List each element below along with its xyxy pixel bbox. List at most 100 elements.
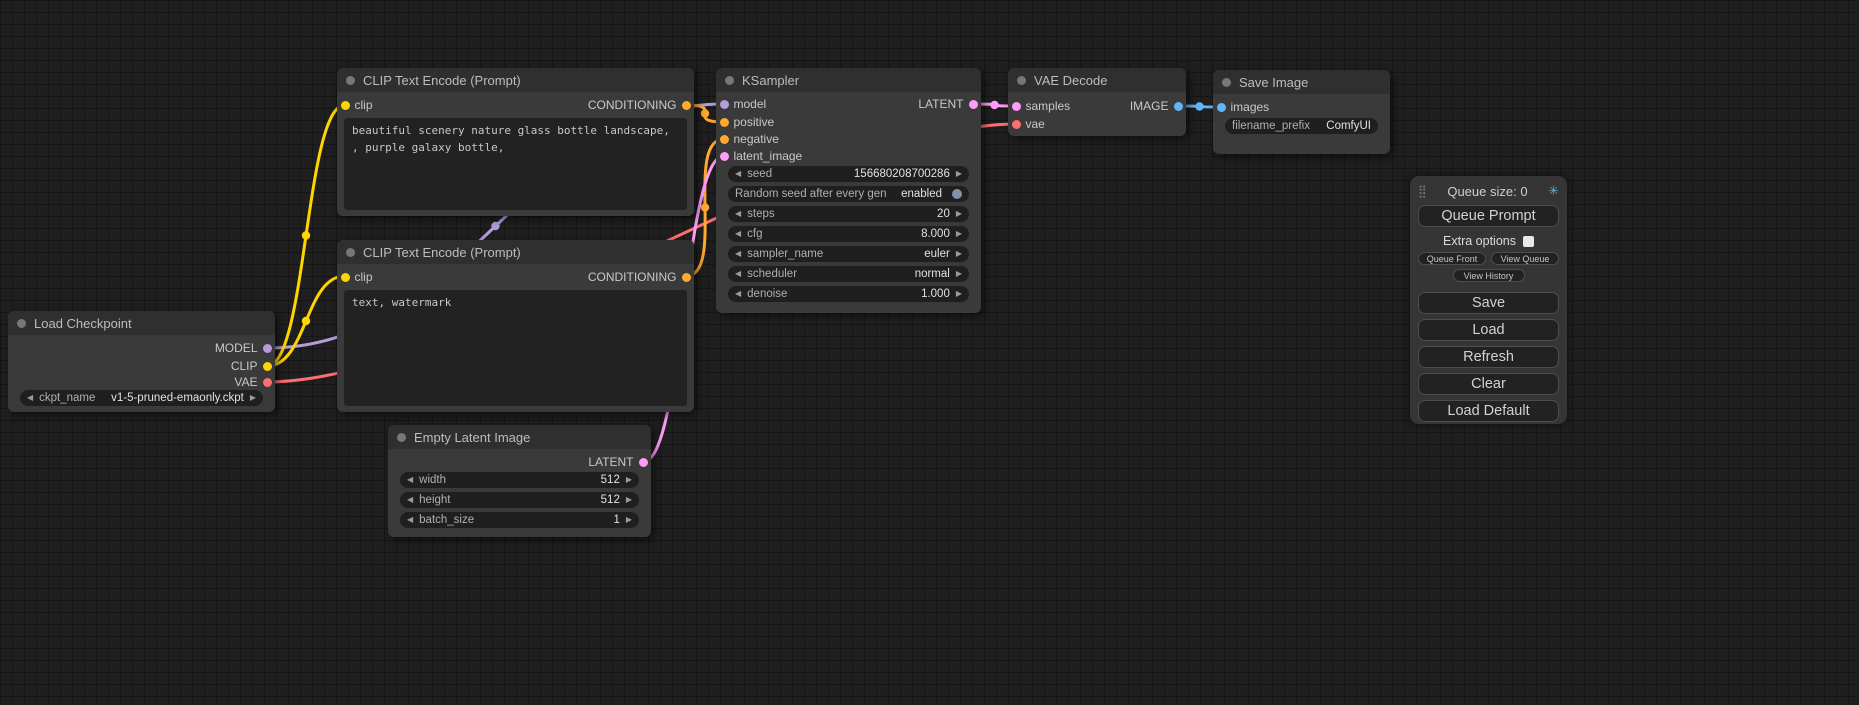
conditioning-output-port[interactable] bbox=[682, 101, 691, 110]
input-slot-positive[interactable]: positive bbox=[720, 113, 775, 131]
save-button[interactable]: Save bbox=[1418, 292, 1559, 314]
random-seed-toggle-widget[interactable]: Random seed after every gen enabled bbox=[728, 186, 969, 202]
output-slot-vae[interactable]: VAE bbox=[234, 373, 271, 391]
node-save-image[interactable]: Save Image images filename_prefix ComfyU… bbox=[1213, 70, 1390, 154]
latent-image-input-port[interactable] bbox=[720, 152, 729, 161]
decrement-arrow-icon[interactable]: ◀ bbox=[735, 290, 741, 298]
output-slot-image[interactable]: IMAGE bbox=[1130, 97, 1183, 115]
increment-arrow-icon[interactable]: ▶ bbox=[956, 250, 962, 258]
node-collapse-dot-icon[interactable] bbox=[346, 248, 355, 257]
drag-handle-icon[interactable]: ⣿ bbox=[1418, 184, 1427, 198]
node-collapse-dot-icon[interactable] bbox=[397, 433, 406, 442]
clip-input-port[interactable] bbox=[341, 101, 350, 110]
latent-output-port[interactable] bbox=[969, 100, 978, 109]
input-slot-clip[interactable]: clip bbox=[341, 268, 373, 286]
toggle-knob-icon[interactable] bbox=[952, 189, 962, 199]
increment-arrow-icon[interactable]: ▶ bbox=[626, 476, 632, 484]
node-clip-text-encode-negative[interactable]: CLIP Text Encode (Prompt) clip CONDITION… bbox=[337, 240, 694, 412]
view-history-button[interactable]: View History bbox=[1453, 269, 1525, 282]
node-titlebar[interactable]: Save Image bbox=[1213, 70, 1390, 94]
model-input-port[interactable] bbox=[720, 100, 729, 109]
vae-input-port[interactable] bbox=[1012, 120, 1021, 129]
conditioning-output-port[interactable] bbox=[682, 273, 691, 282]
view-queue-button[interactable]: View Queue bbox=[1491, 252, 1559, 265]
sampler-name-widget[interactable]: ◀ sampler_name euler ▶ bbox=[728, 246, 969, 262]
decrement-arrow-icon[interactable]: ◀ bbox=[735, 250, 741, 258]
node-titlebar[interactable]: KSampler bbox=[716, 68, 981, 92]
decrement-arrow-icon[interactable]: ◀ bbox=[407, 476, 413, 484]
decrement-arrow-icon[interactable]: ◀ bbox=[735, 230, 741, 238]
node-collapse-dot-icon[interactable] bbox=[725, 76, 734, 85]
clip-input-port[interactable] bbox=[341, 273, 350, 282]
vae-output-port[interactable] bbox=[263, 378, 272, 387]
positive-input-port[interactable] bbox=[720, 118, 729, 127]
increment-arrow-icon[interactable]: ▶ bbox=[626, 516, 632, 524]
node-collapse-dot-icon[interactable] bbox=[1017, 76, 1026, 85]
node-collapse-dot-icon[interactable] bbox=[346, 76, 355, 85]
queue-front-button[interactable]: Queue Front bbox=[1418, 252, 1486, 265]
decrement-arrow-icon[interactable]: ◀ bbox=[735, 170, 741, 178]
model-output-port[interactable] bbox=[263, 344, 272, 353]
increment-arrow-icon[interactable]: ▶ bbox=[250, 394, 256, 402]
node-titlebar[interactable]: CLIP Text Encode (Prompt) bbox=[337, 68, 694, 92]
increment-arrow-icon[interactable]: ▶ bbox=[956, 290, 962, 298]
cfg-widget[interactable]: ◀ cfg 8.000 ▶ bbox=[728, 226, 969, 242]
node-titlebar[interactable]: Empty Latent Image bbox=[388, 425, 651, 449]
decrement-arrow-icon[interactable]: ◀ bbox=[407, 496, 413, 504]
latent-output-port[interactable] bbox=[639, 458, 648, 467]
ckpt-name-widget[interactable]: ◀ ckpt_name v1-5-pruned-emaonly.ckpt ▶ bbox=[20, 390, 263, 406]
height-widget[interactable]: ◀ height 512 ▶ bbox=[400, 492, 639, 508]
node-empty-latent-image[interactable]: Empty Latent Image LATENT ◀ width 512 ▶ … bbox=[388, 425, 651, 537]
denoise-widget[interactable]: ◀ denoise 1.000 ▶ bbox=[728, 286, 969, 302]
clear-button[interactable]: Clear bbox=[1418, 373, 1559, 395]
images-input-port[interactable] bbox=[1217, 103, 1226, 112]
decrement-arrow-icon[interactable]: ◀ bbox=[27, 394, 33, 402]
samples-input-port[interactable] bbox=[1012, 102, 1021, 111]
increment-arrow-icon[interactable]: ▶ bbox=[956, 170, 962, 178]
image-output-port[interactable] bbox=[1174, 102, 1183, 111]
steps-widget[interactable]: ◀ steps 20 ▶ bbox=[728, 206, 969, 222]
negative-input-port[interactable] bbox=[720, 135, 729, 144]
decrement-arrow-icon[interactable]: ◀ bbox=[735, 270, 741, 278]
input-slot-clip[interactable]: clip bbox=[341, 96, 373, 114]
input-slot-images[interactable]: images bbox=[1217, 98, 1270, 116]
queue-prompt-button[interactable]: Queue Prompt bbox=[1418, 205, 1559, 227]
decrement-arrow-icon[interactable]: ◀ bbox=[407, 516, 413, 524]
settings-gear-icon[interactable]: ✳ bbox=[1548, 183, 1559, 199]
input-slot-latent-image[interactable]: latent_image bbox=[720, 147, 803, 165]
batch-size-widget[interactable]: ◀ batch_size 1 ▶ bbox=[400, 512, 639, 528]
input-slot-samples[interactable]: samples bbox=[1012, 97, 1071, 115]
extra-options-checkbox[interactable] bbox=[1523, 236, 1534, 247]
width-widget[interactable]: ◀ width 512 ▶ bbox=[400, 472, 639, 488]
increment-arrow-icon[interactable]: ▶ bbox=[956, 230, 962, 238]
node-titlebar[interactable]: CLIP Text Encode (Prompt) bbox=[337, 240, 694, 264]
node-vae-decode[interactable]: VAE Decode samples vae IMAGE bbox=[1008, 68, 1186, 136]
output-slot-latent[interactable]: LATENT bbox=[918, 95, 977, 113]
scheduler-widget[interactable]: ◀ scheduler normal ▶ bbox=[728, 266, 969, 282]
node-titlebar[interactable]: Load Checkpoint bbox=[8, 311, 275, 335]
node-load-checkpoint[interactable]: Load Checkpoint MODEL CLIP VAE ◀ ckpt_na… bbox=[8, 311, 275, 412]
input-slot-vae[interactable]: vae bbox=[1012, 115, 1045, 133]
increment-arrow-icon[interactable]: ▶ bbox=[626, 496, 632, 504]
clip-output-port[interactable] bbox=[263, 362, 272, 371]
prompt-textarea[interactable]: beautiful scenery nature glass bottle la… bbox=[344, 118, 687, 210]
output-slot-conditioning[interactable]: CONDITIONING bbox=[588, 268, 691, 286]
output-slot-conditioning[interactable]: CONDITIONING bbox=[588, 96, 691, 114]
output-slot-latent[interactable]: LATENT bbox=[588, 453, 647, 471]
node-collapse-dot-icon[interactable] bbox=[1222, 78, 1231, 87]
increment-arrow-icon[interactable]: ▶ bbox=[956, 210, 962, 218]
load-default-button[interactable]: Load Default bbox=[1418, 400, 1559, 422]
increment-arrow-icon[interactable]: ▶ bbox=[956, 270, 962, 278]
node-collapse-dot-icon[interactable] bbox=[17, 319, 26, 328]
node-titlebar[interactable]: VAE Decode bbox=[1008, 68, 1186, 92]
node-ksampler[interactable]: KSampler model positive negative latent_… bbox=[716, 68, 981, 313]
output-slot-model[interactable]: MODEL bbox=[215, 339, 272, 357]
input-slot-model[interactable]: model bbox=[720, 95, 767, 113]
decrement-arrow-icon[interactable]: ◀ bbox=[735, 210, 741, 218]
node-clip-text-encode-positive[interactable]: CLIP Text Encode (Prompt) clip CONDITION… bbox=[337, 68, 694, 216]
input-slot-negative[interactable]: negative bbox=[720, 130, 779, 148]
filename-prefix-widget[interactable]: filename_prefix ComfyUI bbox=[1225, 118, 1378, 134]
refresh-button[interactable]: Refresh bbox=[1418, 346, 1559, 368]
seed-widget[interactable]: ◀ seed 156680208700286 ▶ bbox=[728, 166, 969, 182]
load-button[interactable]: Load bbox=[1418, 319, 1559, 341]
